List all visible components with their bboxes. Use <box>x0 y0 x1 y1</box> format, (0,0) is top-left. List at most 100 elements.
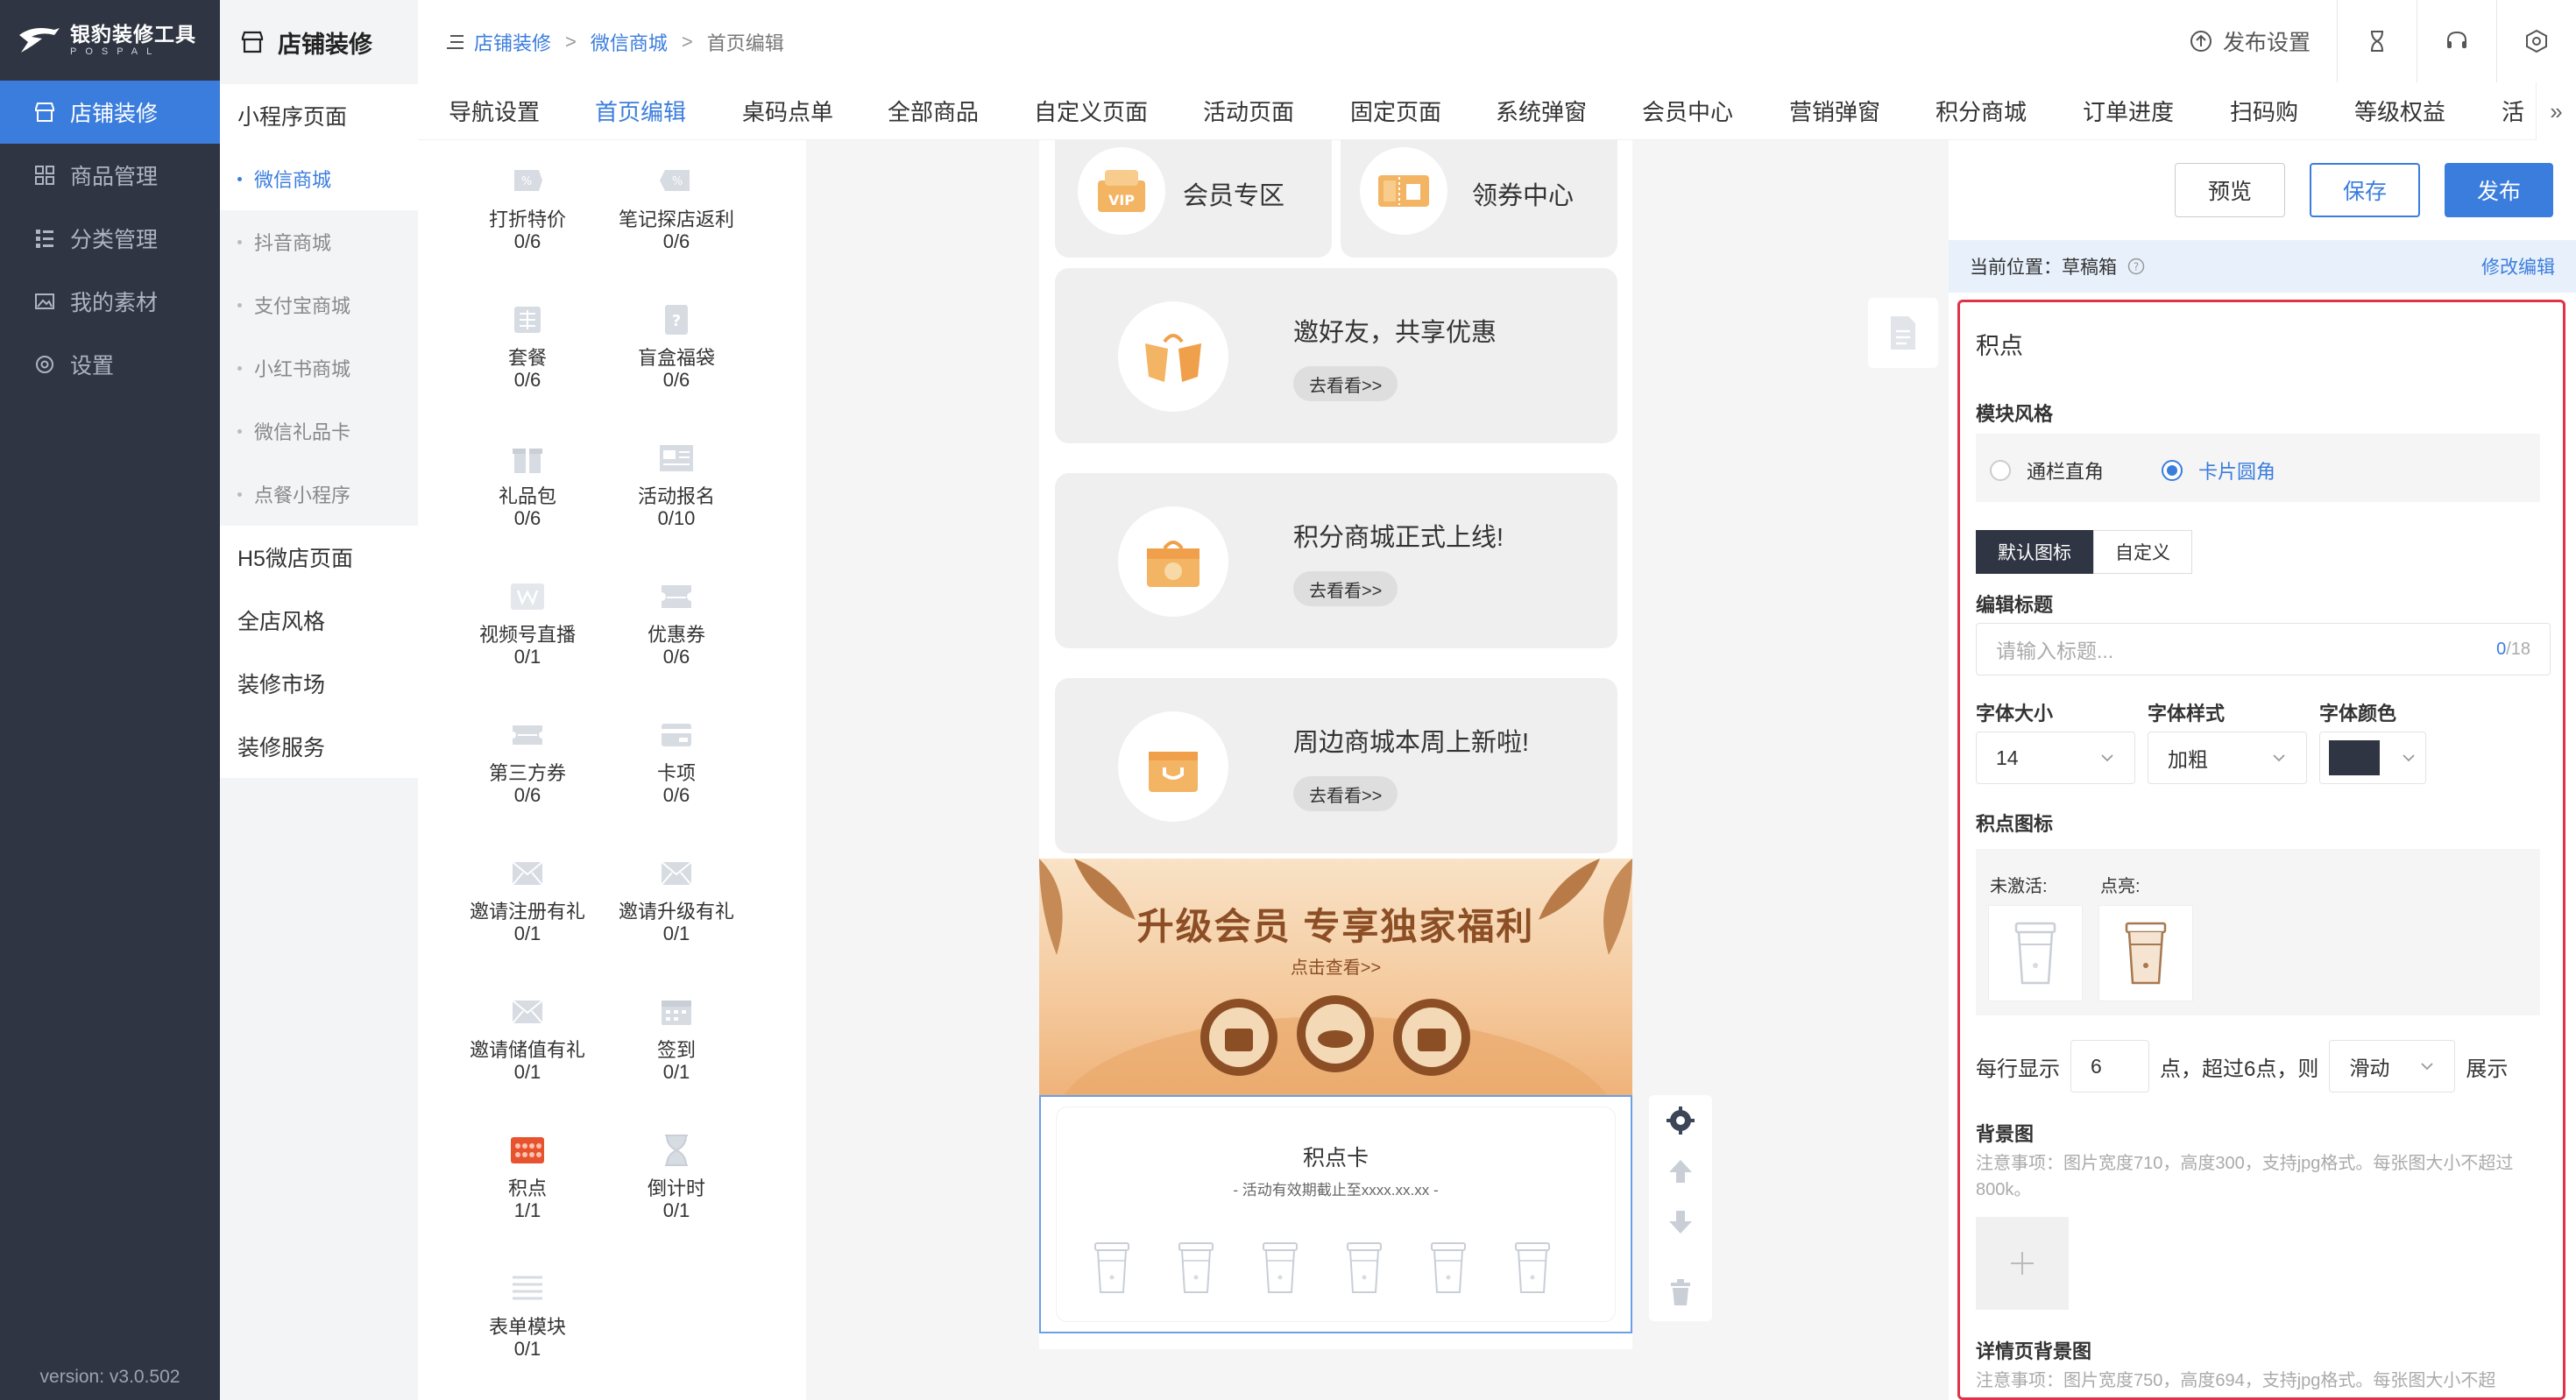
font-style-select[interactable]: 加粗 <box>2148 732 2307 784</box>
font-size-label: 字体大小 <box>1976 703 2054 725</box>
tab-fixed-page[interactable]: 固定页面 <box>1350 95 1441 127</box>
component-invite-upgrade[interactable]: 邀请升级有礼 0/1 <box>602 853 751 944</box>
overflow-mode-select[interactable]: 滑动 <box>2329 1040 2456 1092</box>
sidebar-item-store-decor[interactable]: 店铺装修 <box>0 81 220 144</box>
promo-card-invite[interactable]: 邀好友，共享优惠 去看看>> <box>1055 268 1617 443</box>
subnav-group-miniprogram[interactable]: 小程序页面 <box>220 84 418 147</box>
third-party-coupon-icon <box>513 725 542 745</box>
icon-mode-custom[interactable]: 自定义 <box>2093 530 2192 574</box>
subnav-item-xiaohongshu-mall[interactable]: 小红书商城 <box>220 336 418 399</box>
tab-activity-page[interactable]: 活动页面 <box>1203 95 1294 127</box>
component-points[interactable]: 积点 1/1 <box>453 1130 602 1221</box>
tab-order-progress[interactable]: 订单进度 <box>2083 95 2174 127</box>
component-invite-deposit[interactable]: 邀请储值有礼 0/1 <box>453 992 602 1083</box>
component-combo[interactable]: 套餐 0/6 <box>453 300 602 391</box>
component-activity-signup[interactable]: 活动报名 0/10 <box>602 438 751 529</box>
subnav-item-douyin-mall[interactable]: 抖音商城 <box>220 210 418 273</box>
sidebar-item-products[interactable]: 商品管理 <box>0 144 220 207</box>
subnav-group-market[interactable]: 装修市场 <box>220 652 418 715</box>
component-mystery-box[interactable]: ? 盲盒福袋 0/6 <box>602 300 751 391</box>
trash-icon <box>1671 1279 1690 1305</box>
tabs-scroll-right-icon[interactable]: » <box>2536 82 2576 140</box>
breadcrumb-mid[interactable]: 微信商城 <box>591 28 668 56</box>
per-row-input[interactable]: 6 <box>2070 1040 2149 1092</box>
active-icon-slot[interactable] <box>2098 905 2193 1001</box>
component-gift-pack[interactable]: 礼品包 0/6 <box>453 438 602 529</box>
move-up-button[interactable] <box>1649 1146 1712 1197</box>
tab-system-popup[interactable]: 系统弹窗 <box>1496 95 1587 127</box>
settings-button[interactable] <box>2497 0 2576 82</box>
tab-level-benefits[interactable]: 等级权益 <box>2354 95 2445 127</box>
points-card-module-selected[interactable]: 积点卡 - 活动有效期截止至xxxx.xx.xx - <box>1039 1095 1632 1333</box>
promo-go-button[interactable]: 去看看>> <box>1293 366 1398 401</box>
tab-activity-more[interactable]: 活 <box>2502 95 2524 127</box>
member-zone-card[interactable]: VIP 会员专区 <box>1055 140 1332 258</box>
help-icon[interactable]: ? <box>2127 258 2145 275</box>
preview-button[interactable]: 预览 <box>2175 163 2285 217</box>
save-button[interactable]: 保存 <box>2310 163 2420 217</box>
tab-home-edit[interactable]: 首页编辑 <box>595 95 686 127</box>
promo-go-button[interactable]: 去看看>> <box>1293 776 1398 811</box>
subnav-item-wechat-mall[interactable]: 微信商城 <box>220 147 418 210</box>
component-invite-register[interactable]: 邀请注册有礼 0/1 <box>453 853 602 944</box>
edit-draft-link[interactable]: 修改编辑 <box>2481 253 2555 279</box>
gear-icon <box>1667 1107 1695 1135</box>
tab-member-center[interactable]: 会员中心 <box>1642 95 1733 127</box>
tab-all-products[interactable]: 全部商品 <box>888 95 979 127</box>
tab-nav-settings[interactable]: 导航设置 <box>449 95 540 127</box>
title-input[interactable]: 请输入标题... 0/18 <box>1976 623 2551 675</box>
component-third-party-coupon[interactable]: 第三方券 0/6 <box>453 715 602 806</box>
history-button[interactable] <box>2338 0 2417 82</box>
tab-table-order[interactable]: 桌码点单 <box>742 95 833 127</box>
chevron-down-icon <box>2273 754 2285 762</box>
publish-settings-button[interactable]: 发布设置 <box>2162 0 2337 82</box>
breadcrumb-root[interactable]: 店铺装修 <box>474 28 551 56</box>
component-discount[interactable]: % 打折特价 0/6 <box>453 161 602 252</box>
subnav-item-wechat-giftcard[interactable]: 微信礼品卡 <box>220 399 418 463</box>
coupon-icon <box>662 585 691 608</box>
menu-icon[interactable] <box>444 31 467 53</box>
promo-title: 周边商城本周上新啦! <box>1293 729 1530 757</box>
component-card[interactable]: 卡项 0/6 <box>602 715 751 806</box>
font-size-select[interactable]: 14 <box>1976 732 2135 784</box>
sidebar-item-categories[interactable]: 分类管理 <box>0 207 220 270</box>
inactive-icon-slot[interactable] <box>1988 905 2083 1001</box>
sidebar-item-settings[interactable]: 设置 <box>0 333 220 396</box>
subnav-item-alipay-mall[interactable]: 支付宝商城 <box>220 273 418 336</box>
style-option-square[interactable]: 通栏直角 <box>1990 456 2104 484</box>
document-float-button[interactable] <box>1868 298 1938 368</box>
sub-navigation: 店铺装修 小程序页面 微信商城 抖音商城 支付宝商城 小红书商城 微信礼品卡 点… <box>220 0 418 1400</box>
tab-marketing-popup[interactable]: 营销弹窗 <box>1789 95 1880 127</box>
promo-go-button[interactable]: 去看看>> <box>1293 571 1398 606</box>
font-color-picker[interactable] <box>2319 732 2426 784</box>
bg-upload-button[interactable] <box>1976 1217 2069 1310</box>
coupon-center-label: 领券中心 <box>1472 182 1575 210</box>
promo-card-points-mall[interactable]: 积分商城正式上线! 去看看>> <box>1055 473 1617 648</box>
delete-module-button[interactable] <box>1649 1267 1712 1318</box>
subnav-group-h5[interactable]: H5微店页面 <box>220 526 418 589</box>
component-checkin[interactable]: 签到 0/1 <box>602 992 751 1083</box>
component-coupon[interactable]: 优惠券 0/6 <box>602 576 751 668</box>
icon-mode-default[interactable]: 默认图标 <box>1976 530 2093 574</box>
publish-button[interactable]: 发布 <box>2445 163 2553 217</box>
component-countdown[interactable]: 倒计时 0/1 <box>602 1130 751 1221</box>
tab-custom-page[interactable]: 自定义页面 <box>1034 95 1148 127</box>
coupon-center-card[interactable]: 领券中心 <box>1341 140 1617 258</box>
component-video-live[interactable]: 视频号直播 0/1 <box>453 576 602 668</box>
tab-scan-buy[interactable]: 扫码购 <box>2230 95 2298 127</box>
support-button[interactable] <box>2417 0 2496 82</box>
module-settings-button[interactable] <box>1649 1095 1712 1146</box>
sidebar-item-materials[interactable]: 我的素材 <box>0 270 220 333</box>
subnav-item-order-miniprogram[interactable]: 点餐小程序 <box>220 463 418 526</box>
move-down-button[interactable] <box>1649 1197 1712 1248</box>
app-logo[interactable]: 银豹装修工具 POSPAL <box>0 0 220 81</box>
subnav-group-store-style[interactable]: 全店风格 <box>220 589 418 652</box>
component-form[interactable]: 表单模块 0/1 <box>453 1269 602 1360</box>
tab-points-mall[interactable]: 积分商城 <box>1936 95 2027 127</box>
subnav-group-service[interactable]: 装修服务 <box>220 715 418 778</box>
style-option-rounded[interactable]: 卡片圆角 <box>2162 456 2275 484</box>
member-upgrade-banner[interactable]: 升级会员 专享独家福利 点击查看>> <box>1039 859 1632 1097</box>
svg-text:%: % <box>672 175 683 188</box>
promo-card-merch-mall[interactable]: 周边商城本周上新啦! 去看看>> <box>1055 678 1617 853</box>
component-note-rebate[interactable]: % 笔记探店返利 0/6 <box>602 161 751 252</box>
